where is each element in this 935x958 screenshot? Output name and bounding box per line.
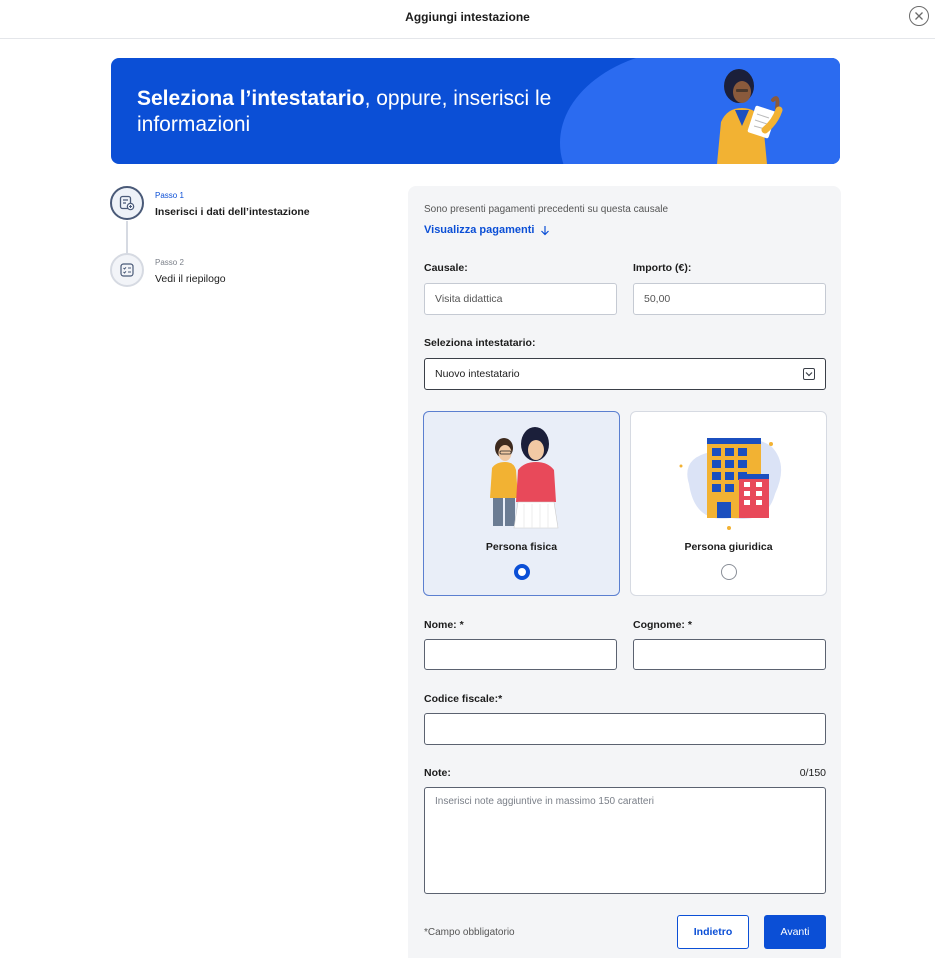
checklist-icon bbox=[120, 263, 134, 277]
persona-giuridica-card[interactable]: Persona giuridica bbox=[630, 411, 827, 596]
banner-heading-bold: Seleziona l’intestatario bbox=[137, 87, 365, 110]
banner-heading: Seleziona l’intestatario, oppure, inseri… bbox=[137, 86, 617, 138]
hero-banner: Seleziona l’intestatario, oppure, inseri… bbox=[111, 58, 840, 164]
close-icon bbox=[915, 12, 923, 20]
importo-label: Importo (€): bbox=[633, 262, 692, 274]
cognome-field[interactable] bbox=[633, 639, 826, 670]
causale-field[interactable]: Visita didattica bbox=[424, 283, 617, 315]
view-payments-label: Visualizza pagamenti bbox=[424, 224, 535, 236]
step-connector bbox=[126, 221, 128, 255]
cognome-label: Cognome: * bbox=[633, 619, 692, 631]
step-1-label: Inserisci i dati dell’intestazione bbox=[155, 206, 310, 218]
causale-label: Causale: bbox=[424, 262, 468, 274]
intestatario-label: Seleziona intestatario: bbox=[424, 337, 536, 349]
codice-fiscale-field[interactable] bbox=[424, 713, 826, 745]
modal-title: Aggiungi intestazione bbox=[405, 10, 530, 24]
form-panel: Sono presenti pagamenti precedenti su qu… bbox=[408, 186, 841, 958]
step-2-circle bbox=[110, 253, 144, 287]
required-field-note: *Campo obbligatorio bbox=[424, 927, 515, 938]
chevron-down-icon bbox=[803, 368, 815, 380]
note-textarea[interactable]: Inserisci note aggiuntive in massimo 150… bbox=[424, 787, 826, 894]
step-1-number: Passo 1 bbox=[155, 191, 184, 200]
step-2-label: Vedi il riepilogo bbox=[155, 273, 226, 285]
nome-label: Nome: * bbox=[424, 619, 464, 631]
persona-giuridica-label: Persona giuridica bbox=[684, 541, 773, 553]
form-edit-icon bbox=[119, 195, 135, 211]
close-button[interactable] bbox=[909, 6, 929, 26]
step-2-number: Passo 2 bbox=[155, 258, 184, 267]
codice-fiscale-label: Codice fiscale:* bbox=[424, 693, 503, 705]
persona-fisica-card[interactable]: Persona fisica bbox=[423, 411, 620, 596]
step-1-circle bbox=[110, 186, 144, 220]
previous-payments-note: Sono presenti pagamenti precedenti su qu… bbox=[424, 204, 669, 215]
woman-with-clipboard-illustration bbox=[717, 69, 783, 164]
next-button[interactable]: Avanti bbox=[764, 915, 826, 949]
intestatario-selected-value: Nuovo intestatario bbox=[435, 368, 520, 380]
step-1: Passo 1 Inserisci i dati dell’intestazio… bbox=[110, 186, 310, 220]
note-char-counter: 0/150 bbox=[799, 767, 826, 779]
importo-field[interactable]: 50,00 bbox=[633, 283, 826, 315]
back-button[interactable]: Indietro bbox=[677, 915, 749, 949]
nome-field[interactable] bbox=[424, 639, 617, 670]
view-payments-link[interactable]: Visualizza pagamenti bbox=[424, 224, 550, 236]
top-bar: Aggiungi intestazione bbox=[0, 0, 935, 39]
persona-fisica-label: Persona fisica bbox=[485, 541, 558, 553]
persona-fisica-radio[interactable] bbox=[513, 564, 530, 580]
intestatario-select[interactable]: Nuovo intestatario bbox=[424, 358, 826, 390]
building-illustration bbox=[679, 438, 782, 530]
step-2: Passo 2 Vedi il riepilogo bbox=[110, 253, 226, 287]
people-illustration bbox=[490, 427, 559, 529]
persona-giuridica-radio[interactable] bbox=[720, 564, 737, 580]
note-label: Note: bbox=[424, 767, 451, 779]
arrow-down-icon bbox=[541, 225, 550, 235]
